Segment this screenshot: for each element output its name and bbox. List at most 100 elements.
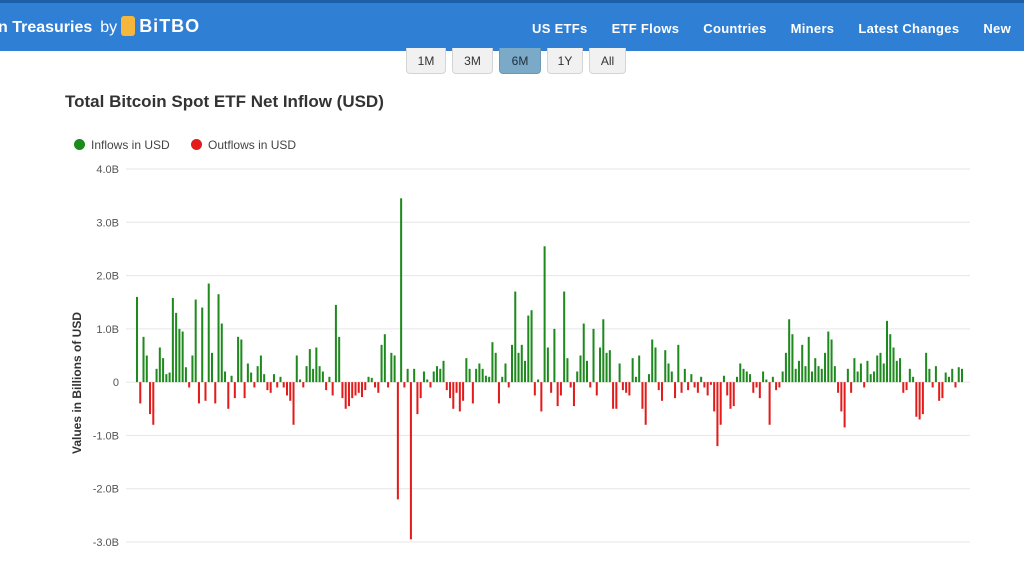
inflow-bar[interactable] xyxy=(240,339,243,383)
inflow-bar[interactable] xyxy=(797,360,800,383)
inflow-bar[interactable] xyxy=(380,344,383,383)
inflow-bar[interactable] xyxy=(667,363,670,383)
inflow-bar[interactable] xyxy=(739,363,742,383)
outflow-bar[interactable] xyxy=(716,382,719,447)
inflow-bar[interactable] xyxy=(634,376,637,383)
inflow-bar[interactable] xyxy=(263,374,266,383)
inflow-bar[interactable] xyxy=(295,355,298,383)
outflow-bar[interactable] xyxy=(416,382,419,415)
outflow-bar[interactable] xyxy=(347,382,350,407)
inflow-bar[interactable] xyxy=(771,376,774,383)
outflow-bar[interactable] xyxy=(452,382,455,409)
outflow-bar[interactable] xyxy=(533,382,536,396)
inflow-bar[interactable] xyxy=(393,355,396,383)
inflow-bar[interactable] xyxy=(807,336,810,383)
outflow-bar[interactable] xyxy=(755,382,758,388)
outflow-bar[interactable] xyxy=(709,382,712,385)
inflow-bar[interactable] xyxy=(178,328,181,383)
inflow-bar[interactable] xyxy=(579,355,582,383)
inflow-bar[interactable] xyxy=(142,336,145,383)
outflow-bar[interactable] xyxy=(409,382,412,540)
inflow-bar[interactable] xyxy=(491,342,494,383)
inflow-bar[interactable] xyxy=(876,355,879,383)
outflow-bar[interactable] xyxy=(706,382,709,396)
inflow-bar[interactable] xyxy=(566,358,569,383)
inflow-bar[interactable] xyxy=(181,331,184,383)
outflow-bar[interactable] xyxy=(863,382,866,388)
inflow-bar[interactable] xyxy=(439,368,442,383)
outflow-bar[interactable] xyxy=(628,382,631,396)
inflow-bar[interactable] xyxy=(318,366,321,383)
inflow-bar[interactable] xyxy=(582,323,585,383)
outflow-bar[interactable] xyxy=(693,382,696,388)
inflow-bar[interactable] xyxy=(527,315,530,383)
inflow-bar[interactable] xyxy=(765,379,768,383)
outflow-bar[interactable] xyxy=(419,382,422,399)
inflow-bar[interactable] xyxy=(749,374,752,383)
inflow-bar[interactable] xyxy=(853,358,856,383)
outflow-bar[interactable] xyxy=(449,382,452,399)
inflow-bar[interactable] xyxy=(817,366,820,383)
inflow-bar[interactable] xyxy=(321,371,324,383)
outflow-bar[interactable] xyxy=(641,382,644,409)
outflow-bar[interactable] xyxy=(954,382,957,388)
outflow-bar[interactable] xyxy=(364,382,367,391)
inflow-bar[interactable] xyxy=(524,360,527,383)
inflow-bar[interactable] xyxy=(230,375,233,383)
inflow-bar[interactable] xyxy=(869,374,872,383)
inflow-bar[interactable] xyxy=(400,198,403,383)
inflow-bar[interactable] xyxy=(683,368,686,383)
outflow-bar[interactable] xyxy=(840,382,843,412)
inflow-bar[interactable] xyxy=(207,283,210,383)
inflow-bar[interactable] xyxy=(145,355,148,383)
inflow-bar[interactable] xyxy=(599,347,602,383)
outflow-bar[interactable] xyxy=(331,382,334,396)
inflow-bar[interactable] xyxy=(426,379,429,383)
inflow-bar[interactable] xyxy=(406,368,409,383)
inflow-bar[interactable] xyxy=(383,334,386,383)
outflow-bar[interactable] xyxy=(204,382,207,401)
inflow-bar[interactable] xyxy=(925,352,928,383)
inflow-bar[interactable] xyxy=(422,371,425,383)
outflow-bar[interactable] xyxy=(302,382,305,388)
outflow-bar[interactable] xyxy=(540,382,543,412)
inflow-bar[interactable] xyxy=(830,339,833,383)
inflow-bar[interactable] xyxy=(413,368,416,383)
outflow-bar[interactable] xyxy=(850,382,853,393)
outflow-bar[interactable] xyxy=(687,382,690,391)
inflow-bar[interactable] xyxy=(201,307,204,383)
inflow-bar[interactable] xyxy=(638,355,641,383)
outflow-bar[interactable] xyxy=(732,382,735,407)
inflow-bar[interactable] xyxy=(804,366,807,383)
inflow-bar[interactable] xyxy=(670,371,673,383)
inflow-bar[interactable] xyxy=(928,368,931,383)
inflow-bar[interactable] xyxy=(872,371,875,383)
outflow-bar[interactable] xyxy=(445,382,448,391)
inflow-bar[interactable] xyxy=(664,350,667,383)
outflow-bar[interactable] xyxy=(276,382,279,388)
outflow-bar[interactable] xyxy=(559,382,562,396)
inflow-bar[interactable] xyxy=(576,371,579,383)
inflow-bar[interactable] xyxy=(592,328,595,383)
outflow-bar[interactable] xyxy=(462,382,465,401)
outflow-bar[interactable] xyxy=(713,382,716,412)
outflow-bar[interactable] xyxy=(351,382,354,399)
inflow-bar[interactable] xyxy=(520,344,523,383)
inflow-bar[interactable] xyxy=(608,350,611,383)
inflow-bar[interactable] xyxy=(859,363,862,383)
inflow-bar[interactable] xyxy=(168,372,171,383)
inflow-bar[interactable] xyxy=(481,368,484,383)
inflow-bar[interactable] xyxy=(814,358,817,383)
inflow-bar[interactable] xyxy=(175,312,178,383)
outflow-bar[interactable] xyxy=(341,382,344,399)
inflow-bar[interactable] xyxy=(246,363,249,383)
inflow-bar[interactable] xyxy=(504,363,507,383)
inflow-bar[interactable] xyxy=(934,366,937,383)
inflow-bar[interactable] xyxy=(745,371,748,383)
outflow-bar[interactable] xyxy=(572,382,575,407)
inflow-bar[interactable] xyxy=(700,376,703,383)
outflow-bar[interactable] xyxy=(612,382,615,409)
outflow-bar[interactable] xyxy=(214,382,217,404)
outflow-bar[interactable] xyxy=(905,382,908,391)
inflow-bar[interactable] xyxy=(690,374,693,383)
